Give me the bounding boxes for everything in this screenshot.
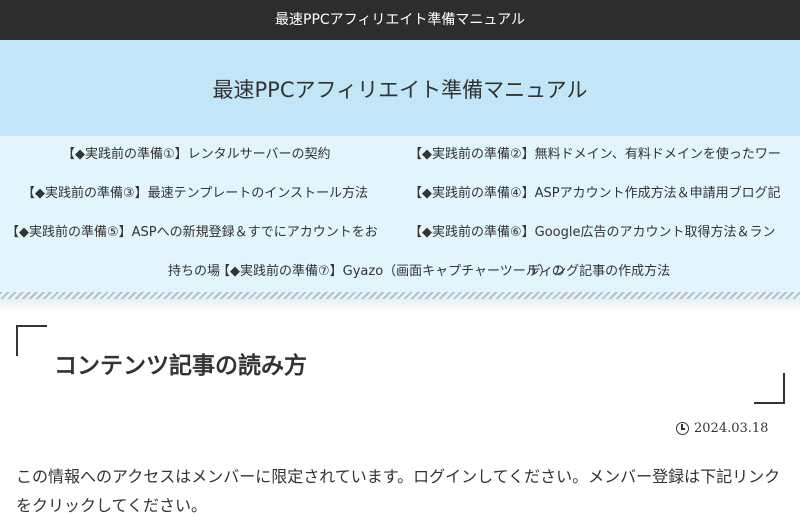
nav-item-prep-2[interactable]: 【◆実践前の準備②】無料ドメイン、有料ドメインを使ったワー — [409, 136, 781, 174]
nav-item-prep-6[interactable]: 【◆実践前の準備⑥】Google広告のアカウント取得方法＆ラン — [409, 214, 776, 252]
nav-item-prep-1[interactable]: 【◆実践前の準備①】レンタルサーバーの契約 — [62, 136, 331, 174]
post-date: 2024.03.18 — [676, 421, 768, 436]
global-nav: 【◆実践前の準備①】レンタルサーバーの契約 【◆実践前の準備②】無料ドメイン、有… — [0, 136, 800, 294]
nav-item-prep-3[interactable]: 【◆実践前の準備③】最速テンプレートのインストール方法 — [22, 175, 368, 213]
nav-item-prep-5-cont[interactable]: 持ちの場 — [168, 253, 220, 291]
nav-item-prep-7[interactable]: 【◆実践前の準備⑦】Gyazo（画面キャプチャーツール）の — [217, 253, 565, 291]
article-title: コンテンツ記事の読み方 — [54, 353, 307, 379]
title-corner-bottom-right — [754, 373, 785, 404]
clock-icon — [676, 422, 689, 435]
top-bar-title: 最速PPCアフィリエイト準備マニュアル — [275, 12, 525, 28]
top-bar: 最速PPCアフィリエイト準備マニュアル — [0, 0, 800, 40]
nav-item-prep-4[interactable]: 【◆実践前の準備④】ASPアカウント作成方法＆申請用ブログ記 — [409, 175, 781, 213]
nav-shadow — [0, 299, 800, 311]
site-title[interactable]: 最速PPCアフィリエイト準備マニュアル — [0, 74, 800, 104]
post-date-value: 2024.03.18 — [694, 421, 769, 436]
site-header: 最速PPCアフィリエイト準備マニュアル — [0, 40, 800, 136]
nav-item-prep-5[interactable]: 【◆実践前の準備⑤】ASPへの新規登録＆すでにアカウントをお — [6, 214, 378, 252]
title-corner-top-left — [16, 325, 47, 356]
nav-item-prep-6-cont[interactable]: ディング記事の作成方法 — [528, 253, 670, 291]
members-only-notice: この情報へのアクセスはメンバーに限定されています。ログインしてください。メンバー… — [16, 467, 781, 514]
nav-stripe-divider — [0, 292, 800, 299]
